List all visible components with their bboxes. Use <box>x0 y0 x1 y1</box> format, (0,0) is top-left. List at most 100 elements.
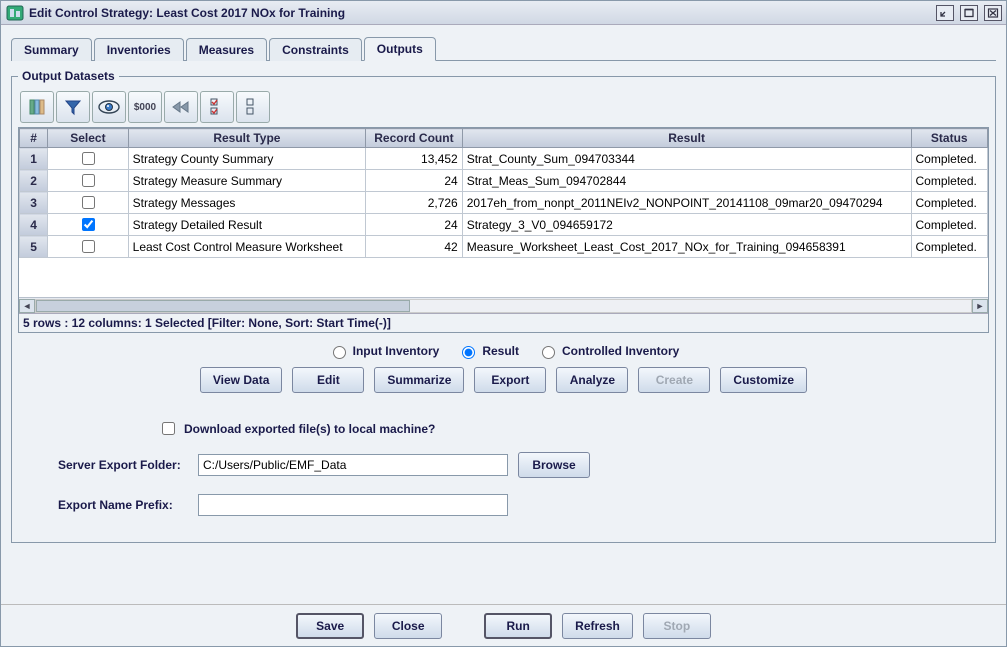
view-data-button[interactable]: View Data <box>200 367 282 393</box>
cell-result-type: Strategy Detailed Result <box>128 214 365 236</box>
table-row[interactable]: 5Least Cost Control Measure Worksheet42M… <box>20 236 988 258</box>
server-folder-label: Server Export Folder: <box>58 458 188 472</box>
scroll-left-icon[interactable]: ◄ <box>19 299 35 313</box>
stop-button[interactable]: Stop <box>643 613 711 639</box>
view-icon[interactable] <box>92 91 126 123</box>
scroll-track[interactable] <box>35 299 972 313</box>
server-folder-row: Server Export Folder: Browse <box>58 452 949 478</box>
content-area: Summary Inventories Measures Constraints… <box>1 25 1006 604</box>
radio-result[interactable]: Result <box>457 343 519 359</box>
customize-button[interactable]: Customize <box>720 367 807 393</box>
save-button[interactable]: Save <box>296 613 364 639</box>
cell-record-count: 24 <box>366 214 463 236</box>
cell-status: Completed. <box>911 236 988 258</box>
cell-result: Strat_Meas_Sum_094702844 <box>462 170 911 192</box>
edit-button[interactable]: Edit <box>292 367 364 393</box>
row-select-checkbox[interactable] <box>82 196 95 209</box>
cell-result-type: Strategy County Summary <box>128 148 365 170</box>
cost-icon[interactable]: $000 <box>128 91 162 123</box>
results-table-wrap: # Select Result Type Record Count Result… <box>18 127 989 333</box>
row-select-cell <box>48 170 128 192</box>
tab-measures[interactable]: Measures <box>186 38 267 61</box>
select-all-icon[interactable] <box>200 91 234 123</box>
row-select-checkbox[interactable] <box>82 240 95 253</box>
radio-controlled-inventory-label: Controlled Inventory <box>562 344 679 358</box>
row-select-checkbox[interactable] <box>82 152 95 165</box>
tab-summary[interactable]: Summary <box>11 38 92 61</box>
tab-inventories[interactable]: Inventories <box>94 38 184 61</box>
cell-record-count: 42 <box>366 236 463 258</box>
radio-result-label: Result <box>482 344 519 358</box>
radio-input-inventory[interactable]: Input Inventory <box>328 343 440 359</box>
cell-record-count: 13,452 <box>366 148 463 170</box>
minimize-internal-icon[interactable] <box>936 5 954 21</box>
browse-button[interactable]: Browse <box>518 452 590 478</box>
results-table: # Select Result Type Record Count Result… <box>19 128 988 258</box>
table-empty-area <box>19 258 988 297</box>
tab-constraints[interactable]: Constraints <box>269 38 362 61</box>
columns-icon[interactable] <box>20 91 54 123</box>
col-record-count[interactable]: Record Count <box>366 129 463 148</box>
maximize-icon[interactable] <box>960 5 978 21</box>
cell-result: Strat_County_Sum_094703344 <box>462 148 911 170</box>
export-section: Download exported file(s) to local machi… <box>18 405 989 536</box>
table-row[interactable]: 1Strategy County Summary13,452Strat_Coun… <box>20 148 988 170</box>
bottom-button-bar: Save Close Run Refresh Stop <box>1 604 1006 646</box>
download-checkbox-row: Download exported file(s) to local machi… <box>58 413 949 452</box>
window-frame: Edit Control Strategy: Least Cost 2017 N… <box>0 0 1007 647</box>
scroll-thumb[interactable] <box>36 300 410 312</box>
row-select-checkbox[interactable] <box>82 174 95 187</box>
table-status-line: 5 rows : 12 columns: 1 Selected [Filter:… <box>19 313 988 332</box>
cell-record-count: 2,726 <box>366 192 463 214</box>
server-folder-input[interactable] <box>198 454 508 476</box>
row-select-cell <box>48 192 128 214</box>
table-header-row: # Select Result Type Record Count Result… <box>20 129 988 148</box>
row-select-checkbox[interactable] <box>82 218 95 231</box>
tab-outputs[interactable]: Outputs <box>364 37 436 61</box>
filter-icon[interactable] <box>56 91 90 123</box>
export-prefix-input[interactable] <box>198 494 508 516</box>
row-number: 2 <box>20 170 48 192</box>
horizontal-scrollbar[interactable]: ◄ ► <box>19 297 988 313</box>
row-select-cell <box>48 236 128 258</box>
cell-status: Completed. <box>911 148 988 170</box>
table-row[interactable]: 3 Strategy Messages2,7262017eh_from_nonpt… <box>20 192 988 214</box>
reset-icon[interactable] <box>164 91 198 123</box>
titlebar: Edit Control Strategy: Least Cost 2017 N… <box>1 1 1006 25</box>
export-prefix-label: Export Name Prefix: <box>58 498 188 512</box>
export-button[interactable]: Export <box>474 367 546 393</box>
create-button[interactable]: Create <box>638 367 710 393</box>
tab-bar: Summary Inventories Measures Constraints… <box>11 37 996 61</box>
output-datasets-legend: Output Datasets <box>18 69 119 83</box>
cell-result: Strategy_3_V0_094659172 <box>462 214 911 236</box>
cell-result-type: Strategy Messages <box>128 192 365 214</box>
table-row[interactable]: 4 Strategy Detailed Result24Strategy_3_V0… <box>20 214 988 236</box>
refresh-button[interactable]: Refresh <box>562 613 633 639</box>
col-rownum[interactable]: # <box>20 129 48 148</box>
row-select-cell <box>48 214 128 236</box>
summarize-button[interactable]: Summarize <box>374 367 464 393</box>
deselect-all-icon[interactable] <box>236 91 270 123</box>
export-prefix-row: Export Name Prefix: <box>58 494 949 516</box>
analyze-button[interactable]: Analyze <box>556 367 628 393</box>
cell-status: Completed. <box>911 214 988 236</box>
col-select[interactable]: Select <box>48 129 128 148</box>
download-checkbox-label: Download exported file(s) to local machi… <box>184 422 435 436</box>
col-result-type[interactable]: Result Type <box>128 129 365 148</box>
col-result[interactable]: Result <box>462 129 911 148</box>
radio-controlled-inventory[interactable]: Controlled Inventory <box>537 343 679 359</box>
col-status[interactable]: Status <box>911 129 988 148</box>
scroll-right-icon[interactable]: ► <box>972 299 988 313</box>
row-number: 4 <box>20 214 48 236</box>
cell-result: 2017eh_from_nonpt_2011NEIv2_NONPOINT_201… <box>462 192 911 214</box>
close-button[interactable]: Close <box>374 613 442 639</box>
row-number: 3 <box>20 192 48 214</box>
run-button[interactable]: Run <box>484 613 552 639</box>
table-row[interactable]: 2Strategy Measure Summary24Strat_Meas_Su… <box>20 170 988 192</box>
result-type-radio-group: Input Inventory Result Controlled Invent… <box>18 333 989 367</box>
close-icon[interactable] <box>984 5 1002 21</box>
download-checkbox[interactable] <box>162 422 175 435</box>
cell-status: Completed. <box>911 170 988 192</box>
cell-record-count: 24 <box>366 170 463 192</box>
cell-status: Completed. <box>911 192 988 214</box>
